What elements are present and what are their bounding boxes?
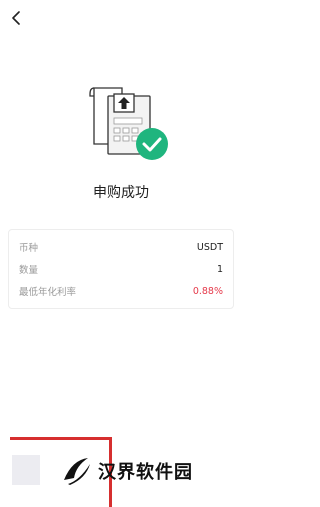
subscription-details-card: 币种 USDT 数量 1 最低年化利率 0.88% [8, 229, 234, 309]
min-rate-value: 0.88% [192, 285, 223, 297]
detail-row-quantity: 数量 1 [19, 258, 223, 280]
watermark-logo-icon [64, 458, 90, 485]
receipt-upload-check-icon [89, 87, 168, 160]
success-title: 申购成功 [93, 185, 149, 201]
watermark-box [12, 455, 40, 485]
detail-row-currency: 币种 USDT [19, 236, 223, 258]
detail-row-min-rate: 最低年化利率 0.88% [19, 280, 223, 302]
currency-label: 币种 [19, 243, 39, 254]
quantity-value: 1 [216, 263, 223, 275]
min-rate-label: 最低年化利率 [19, 287, 77, 298]
back-button[interactable] [6, 8, 26, 28]
chevron-left-icon [12, 11, 20, 25]
watermark-text: 汉界软件园 [98, 462, 193, 483]
quantity-label: 数量 [19, 265, 39, 276]
currency-value: USDT [196, 241, 223, 253]
success-illustration [86, 84, 172, 164]
